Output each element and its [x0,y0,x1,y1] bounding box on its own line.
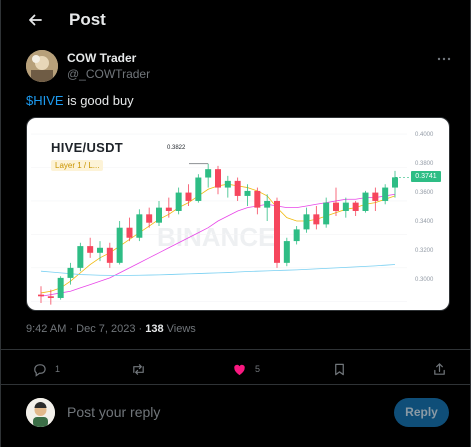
post-time: 9:42 AM · Dec 7, 2023 · [26,323,146,335]
bookmark-icon [335,363,344,375]
candle-body [67,267,74,278]
more-icon [437,57,451,61]
tweet-text: $HIVE is good buy [26,93,134,108]
author-handle[interactable]: @_COWTrader [67,67,150,81]
action-bar: 1 5 [1,349,471,385]
candle-body [38,294,44,297]
ytick-label: 0.3200 [415,248,434,254]
candle-body [244,190,251,196]
like-button[interactable]: 5 [232,361,260,377]
candle-body [215,169,221,188]
user-avatar[interactable] [26,398,55,427]
chart-pair: HIVE/USDT [51,140,124,155]
candle-body [264,200,271,208]
candle-body [185,192,192,201]
reply-button[interactable]: 1 [32,361,60,377]
candle-body [57,277,64,298]
candle-body [352,202,359,211]
reply-input[interactable] [67,402,367,422]
chart-image[interactable]: BINANCE HIVE/USDT Layer 1 / L... 0.3822 … [26,117,450,311]
ytick-label: 0.3000 [415,277,434,283]
moving-average-line [40,264,396,276]
watermark: BINANCE [157,222,275,252]
ytick-label: 0.4000 [415,132,434,138]
candle-body [382,187,389,201]
bookmark-button[interactable] [332,361,347,377]
candle-body [165,207,172,211]
ytick-label: 0.3800 [415,161,434,167]
candle-body [274,200,280,263]
author-name[interactable]: COW Trader [67,51,136,65]
reply-submit-button[interactable]: Reply [394,398,449,427]
post-meta: 9:42 AM · Dec 7, 2023 · 138 Views [26,323,196,335]
candle-body [156,207,162,223]
candle-body [283,241,290,263]
candle-body [313,214,320,225]
more-button[interactable] [436,52,452,64]
candle-body [254,190,261,208]
cashtag-link[interactable]: $HIVE [26,93,64,108]
ytick-label: 0.3400 [415,219,434,225]
chart-tag: Layer 1 / L... [51,160,104,171]
candle-body [146,214,153,223]
candle-body [323,202,330,225]
heart-icon [234,364,245,375]
reply-icon [34,363,46,377]
candle-body [333,202,339,211]
candle-body [116,227,123,263]
candle-body [195,177,202,201]
arrow-left-icon [29,14,42,26]
candle-body [77,246,84,268]
share-icon [434,362,445,375]
chart-high-label: 0.3822 [167,145,186,151]
candle-body [97,247,103,253]
candle-body [175,192,182,211]
candle-body [205,169,212,178]
candle-body [87,246,94,253]
share-button[interactable] [432,361,447,377]
candle-body [372,192,379,201]
author-avatar[interactable] [26,50,58,82]
candle-body [392,177,398,188]
reply-count: 1 [55,364,61,374]
ytick-label: 0.3600 [415,190,434,196]
candle-body [362,192,369,211]
current-price-badge: 0.3741 [411,171,441,182]
post-page: Post COW Trader @_COWTrader $HIVE is goo… [0,0,471,447]
candle-body [303,214,310,230]
candle-body [106,247,113,263]
repost-icon [133,363,144,375]
candle-body [136,214,143,238]
views-count: 138 [145,323,164,335]
back-button[interactable] [25,10,45,30]
candle-body [293,229,300,242]
tweet-body: is good buy [63,93,134,108]
page-title: Post [69,10,106,29]
candle-body [224,180,231,188]
candle-body [126,227,133,238]
top-bar: Post [1,0,471,42]
candle-body [342,202,349,211]
candle-body [47,296,54,298]
repost-button[interactable] [131,361,146,377]
candle-body [234,180,241,196]
views-label: Views [163,323,196,335]
like-count: 5 [255,364,261,374]
